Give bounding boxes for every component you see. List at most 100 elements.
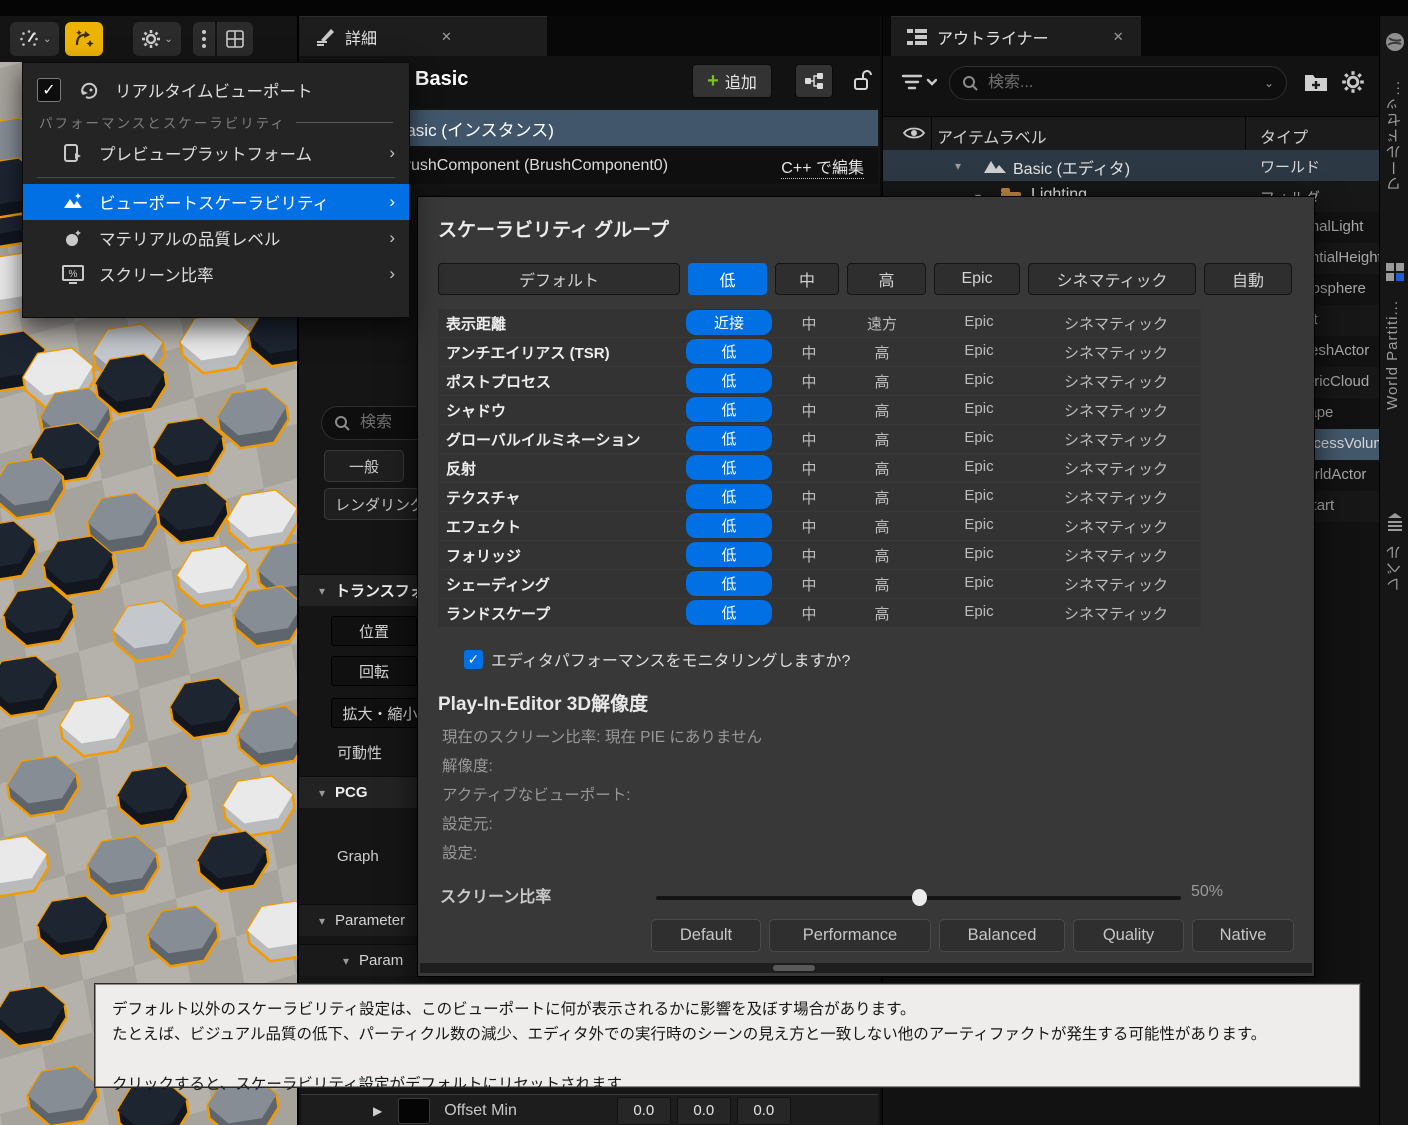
hexagon-actor[interactable] — [174, 544, 252, 609]
hexagon-actor[interactable] — [4, 754, 82, 819]
menu-item-realtime-viewport[interactable]: ✓ リアルタイムビューポート — [23, 71, 409, 109]
outliner-search-input[interactable] — [986, 73, 1217, 93]
hexagon-actor[interactable] — [150, 416, 228, 481]
scalability-option[interactable]: シネマティック — [1036, 371, 1196, 392]
hexagon-actor[interactable] — [57, 694, 135, 759]
blueprint-graph-button[interactable] — [795, 64, 833, 98]
viewport-kebab-button[interactable] — [193, 22, 215, 56]
menu-item-material-quality[interactable]: マテリアルの品質レベル › — [23, 220, 409, 256]
offset-value-field[interactable]: 0.0 — [617, 1097, 671, 1125]
scalability-option[interactable]: Epic — [939, 603, 1019, 620]
scalability-option[interactable]: 高 — [852, 516, 912, 537]
color-swatch[interactable] — [398, 1098, 430, 1124]
column-item-label[interactable]: アイテムラベル — [937, 124, 1047, 148]
offset-value-field[interactable]: 0.0 — [737, 1097, 791, 1125]
scrollbar-thumb[interactable] — [773, 965, 815, 971]
hexagon-actor[interactable] — [0, 834, 52, 899]
quality-button-5[interactable]: Epic — [934, 263, 1020, 295]
hexagon-actor[interactable] — [0, 519, 40, 584]
transform-tools-button[interactable] — [65, 22, 103, 56]
hexagon-actor[interactable] — [230, 584, 297, 649]
scalability-option[interactable]: Epic — [939, 371, 1019, 388]
scalability-option[interactable]: Epic — [939, 400, 1019, 417]
scalability-option[interactable]: 中 — [779, 313, 839, 334]
scalability-option[interactable]: Epic — [939, 487, 1019, 504]
scalability-option[interactable]: 高 — [852, 458, 912, 479]
scalability-option[interactable]: 中 — [779, 516, 839, 537]
transform-location-button[interactable]: 位置 — [331, 616, 417, 646]
transform-scale-button[interactable]: 拡大・縮小 — [331, 698, 429, 728]
scalability-option[interactable]: 中 — [779, 545, 839, 566]
close-icon[interactable]: ✕ — [441, 29, 452, 45]
preset-button-default[interactable]: Default — [651, 919, 761, 952]
tab-details[interactable]: 詳細 ✕ — [299, 16, 547, 56]
quality-button-4[interactable]: 高 — [847, 263, 926, 295]
scalability-option[interactable]: 低 — [686, 600, 772, 625]
monitor-performance-row[interactable]: ✓ エディタパフォーマンスをモニタリングしますか? — [464, 647, 850, 671]
hexagon-actor[interactable] — [84, 834, 162, 899]
quality-button-3[interactable]: 中 — [775, 263, 839, 295]
scalability-option[interactable]: 遠方 — [852, 313, 912, 334]
column-type[interactable]: タイプ — [1260, 124, 1308, 148]
scalability-option[interactable]: 中 — [779, 429, 839, 450]
hexagon-actor[interactable] — [0, 984, 70, 1049]
menu-item-screen-percentage[interactable]: % スクリーン比率 › — [23, 256, 409, 292]
outliner-row[interactable]: ▾Basic (エディタ)ワールド — [883, 150, 1379, 181]
hexagon-actor[interactable] — [214, 386, 292, 451]
scalability-option[interactable]: シネマティック — [1036, 603, 1196, 624]
scalability-option[interactable]: 中 — [779, 371, 839, 392]
scalability-option[interactable]: 高 — [852, 487, 912, 508]
scalability-option[interactable]: シネマティック — [1036, 342, 1196, 363]
scalability-option[interactable]: Epic — [939, 429, 1019, 446]
scalability-option[interactable]: シネマティック — [1036, 574, 1196, 595]
filter-general-button[interactable]: 一般 — [324, 450, 404, 482]
scalability-option[interactable]: シネマティック — [1036, 313, 1196, 334]
scalability-option[interactable]: シネマティック — [1036, 400, 1196, 421]
scalability-option[interactable]: 中 — [779, 487, 839, 508]
viewport-layout-button[interactable] — [217, 22, 253, 56]
world-partition-grid-icon[interactable] — [1385, 262, 1405, 282]
viewport-settings-button[interactable]: ⌄ — [133, 22, 180, 56]
scalability-option[interactable]: 低 — [686, 455, 772, 480]
menu-item-viewport-scalability[interactable]: ビューポートスケーラビリティ › — [23, 184, 409, 220]
chevron-down-icon[interactable]: ⌄ — [1264, 76, 1274, 90]
outliner-filter-button[interactable] — [901, 72, 937, 99]
checkbox-checked-icon[interactable]: ✓ — [37, 78, 61, 102]
scalability-option[interactable]: 高 — [852, 371, 912, 392]
tab-outliner[interactable]: アウトライナー ✕ — [891, 16, 1141, 56]
hexagon-actor[interactable] — [34, 894, 112, 959]
hexagon-actor[interactable] — [220, 774, 297, 839]
preset-button-native[interactable]: Native — [1192, 919, 1294, 952]
quality-button-7[interactable]: 自動 — [1204, 263, 1292, 295]
hexagon-actor[interactable] — [177, 311, 255, 376]
close-icon[interactable]: ✕ — [1113, 29, 1124, 45]
preset-button-balanced[interactable]: Balanced — [939, 919, 1065, 952]
scalability-option[interactable]: 低 — [686, 542, 772, 567]
lock-button[interactable] — [847, 64, 877, 96]
hexagon-actor[interactable] — [114, 764, 192, 829]
scalability-option[interactable]: シネマティック — [1036, 516, 1196, 537]
scalability-option[interactable]: Epic — [939, 516, 1019, 533]
outliner-settings-button[interactable] — [1341, 70, 1365, 99]
preset-button-quality[interactable]: Quality — [1073, 919, 1184, 952]
hexagon-actor[interactable] — [0, 654, 62, 719]
quality-button-1[interactable]: デフォルト — [438, 263, 680, 295]
scalability-option[interactable]: 中 — [779, 342, 839, 363]
expander-icon[interactable]: ▾ — [955, 159, 961, 173]
hexagon-actor[interactable] — [234, 704, 297, 769]
hexagon-actor[interactable] — [244, 899, 297, 964]
scalability-option[interactable]: シネマティック — [1036, 458, 1196, 479]
scalability-option[interactable]: 高 — [852, 603, 912, 624]
scalability-option[interactable]: 高 — [852, 342, 912, 363]
tab-levels[interactable]: レベル — [1384, 544, 1405, 592]
scalability-option[interactable]: 低 — [686, 368, 772, 393]
scalability-option[interactable]: 近接 — [686, 310, 772, 335]
view-mode-gauge-button[interactable]: ⌄ — [10, 22, 59, 56]
scalability-option[interactable]: 中 — [779, 574, 839, 595]
hexagon-actor[interactable] — [110, 599, 188, 664]
scalability-option[interactable]: シネマティック — [1036, 545, 1196, 566]
scalability-option[interactable]: 低 — [686, 571, 772, 596]
scalability-option[interactable]: 中 — [779, 458, 839, 479]
hexagon-actor[interactable] — [24, 1064, 102, 1125]
scalability-option[interactable]: 高 — [852, 429, 912, 450]
